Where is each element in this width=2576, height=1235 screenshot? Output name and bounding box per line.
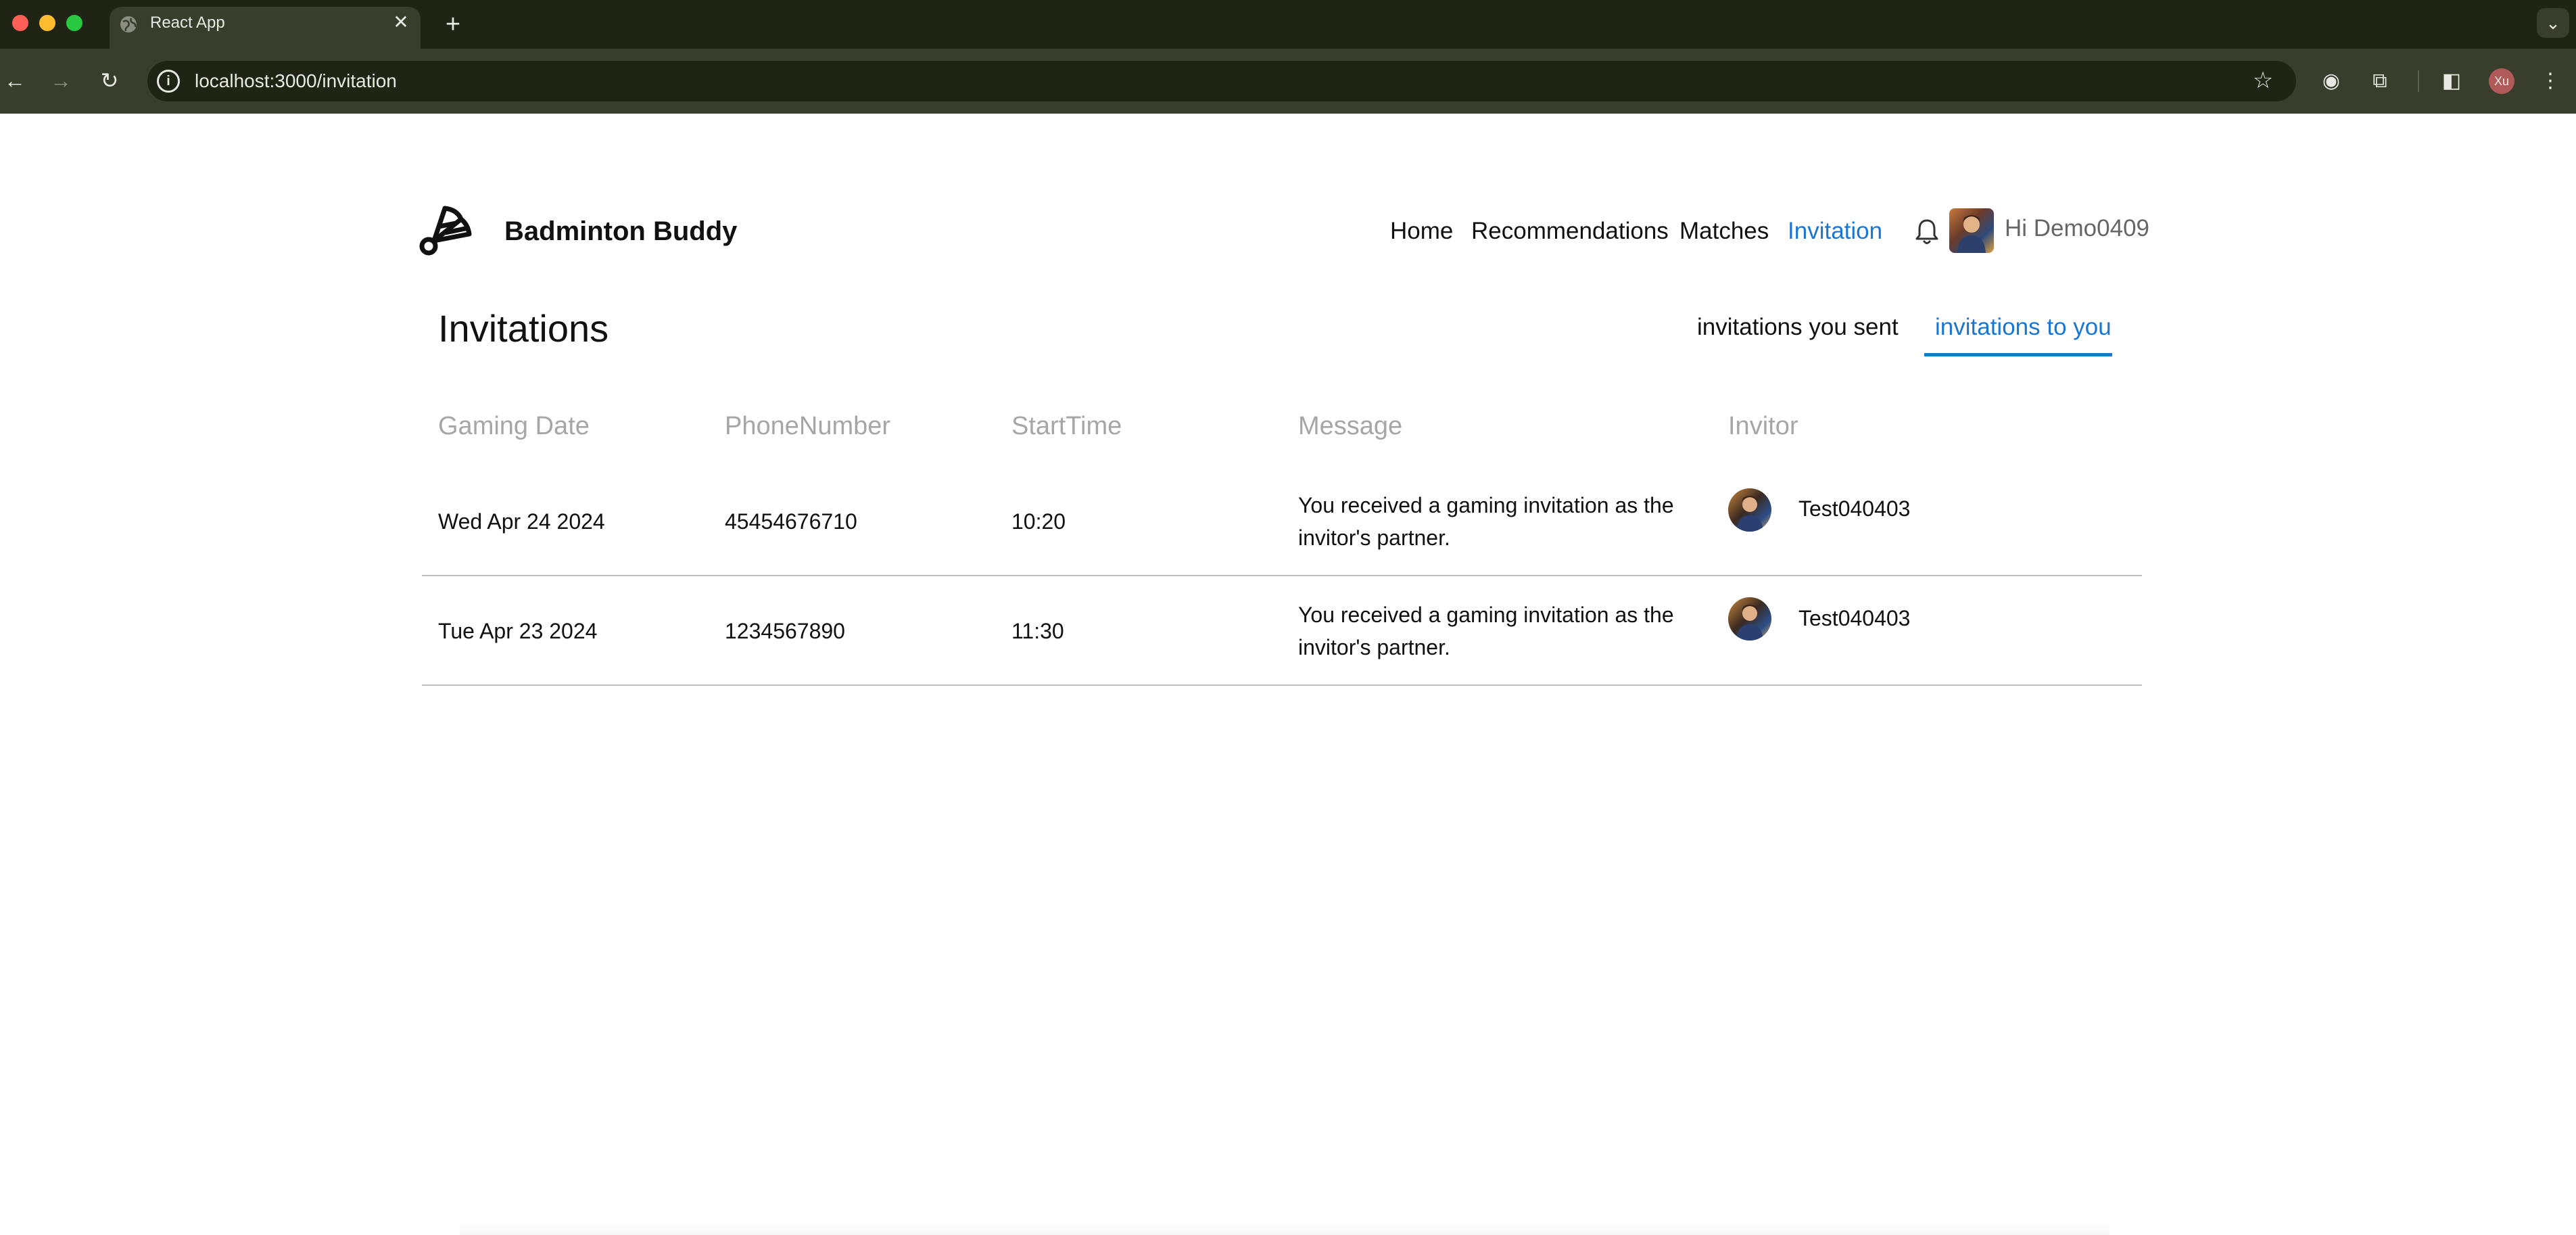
page-bottom-shadow [460,1221,2109,1235]
nav-link-invitation[interactable]: Invitation [1788,215,1882,248]
tab-search-button[interactable]: ⌄ [2537,8,2569,38]
reload-icon[interactable]: ↻ [96,67,123,94]
nav-link-home[interactable]: Home [1390,215,1453,248]
tab-title: React App [150,14,225,32]
column-header-invitor: Invitor [1728,412,1798,440]
side-panel-icon[interactable]: ◧ [2437,66,2466,96]
cell-start-time: 11:30 [1011,619,1064,643]
close-tab-icon[interactable]: ✕ [391,12,411,32]
column-header-message: Message [1298,412,1403,440]
user-avatar-image [1957,215,1986,253]
new-tab-button[interactable]: + [438,9,468,39]
tab-invitations-to-you[interactable]: invitations to you [1935,311,2112,344]
column-header-gaming-date: Gaming Date [438,412,590,440]
cell-message: You received a gaming invitation as the … [1298,603,1674,659]
window-minimize-button[interactable] [39,15,55,31]
nav-link-recommendations[interactable]: Recommendations [1471,215,1669,248]
extension-icon[interactable]: ◉ [2316,66,2346,96]
toolbar-divider [2418,70,2419,92]
cell-phone-number: 1234567890 [725,619,845,643]
globe-icon [120,16,137,32]
row-divider [422,575,2142,576]
user-greeting[interactable]: Hi Demo0409 [2005,212,2149,245]
window-close-button[interactable] [12,15,28,31]
nav-link-matches[interactable]: Matches [1679,215,1769,248]
invitor-avatar [1728,597,1771,640]
window-maximize-button[interactable] [66,15,82,31]
cell-start-time: 10:20 [1011,509,1066,534]
row-divider [422,684,2142,686]
page-title: Invitations [438,307,609,350]
cell-message: You received a gaming invitation as the … [1298,493,1674,550]
address-bar[interactable] [147,61,2296,101]
column-header-phone-number: PhoneNumber [725,412,891,440]
back-arrow-icon[interactable]: ← [1,67,28,94]
tab-invitations-sent[interactable]: invitations you sent [1697,311,1899,344]
cell-invitor-name: Test040403 [1798,496,1911,521]
brand-name[interactable]: Badminton Buddy [504,215,737,248]
user-avatar[interactable] [1949,208,1994,253]
url-text[interactable]: localhost:3000/invitation [195,68,397,94]
active-tab-indicator [1924,353,2112,356]
cell-invitor-name: Test040403 [1798,606,1911,630]
site-info-icon[interactable]: i [157,70,180,93]
profile-avatar[interactable]: Xu [2489,68,2514,94]
bookmark-star-icon[interactable]: ☆ [2249,66,2277,95]
column-header-start-time: StartTime [1011,412,1122,440]
invitor-avatar-image [1736,605,1763,640]
cell-gaming-date: Wed Apr 24 2024 [438,509,605,534]
invitor-avatar [1728,488,1771,532]
bell-icon[interactable] [1913,218,1940,246]
cell-phone-number: 45454676710 [725,509,857,534]
shuttlecock-logo-icon[interactable] [418,202,475,258]
browser-menu-icon[interactable]: ⋮ [2535,66,2565,96]
invitor-avatar-image [1736,496,1763,532]
forward-arrow-icon[interactable]: → [47,67,74,94]
tab-strip: React App ✕ + ⌄ [0,0,2576,49]
cell-gaming-date: Tue Apr 23 2024 [438,619,598,643]
extensions-puzzle-icon[interactable]: ⧉ [2365,66,2395,96]
